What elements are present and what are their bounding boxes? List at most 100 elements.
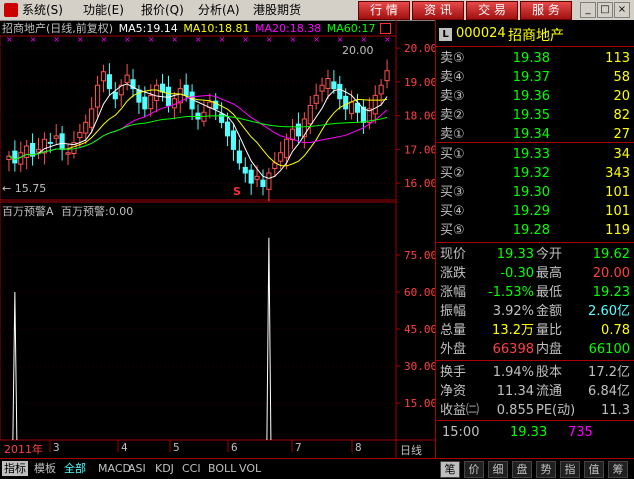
level-price: 19.32	[512, 166, 550, 181]
panel-tab[interactable]: 势	[536, 461, 556, 478]
panel-tab[interactable]: 筹	[608, 461, 628, 478]
indicator-tab[interactable]: 全部	[62, 461, 88, 476]
fund-key: 收益㈡	[440, 403, 480, 418]
stat-row: 总量 13.2万 量比 0.78	[440, 321, 632, 340]
candle-body	[278, 152, 284, 162]
indicator-tab[interactable]: BOLL	[206, 461, 238, 476]
indicator-pane-frame	[0, 201, 397, 441]
candle-body	[384, 70, 390, 82]
stock-code: 000024	[456, 26, 506, 41]
fundamental-row: 换手 1.94% 股本 17.2亿	[440, 363, 632, 382]
divider	[436, 360, 634, 361]
stock-name: 招商地产	[508, 28, 564, 44]
sell-signal-marker: S	[233, 185, 241, 198]
minimize-icon[interactable]: _	[580, 2, 596, 18]
ask-row[interactable]: 卖⑤ 19.38 113	[440, 49, 632, 68]
indicator-title-row: 百万预警A 百万预警:0.00	[2, 203, 133, 219]
indicator-tab[interactable]: 指标	[2, 461, 28, 476]
fund-value: 11.3	[601, 403, 630, 418]
close-icon[interactable]: ×	[614, 2, 630, 18]
toolbar-trade-button[interactable]: 交 易	[466, 1, 518, 20]
candle-body	[349, 101, 355, 115]
signal-marker: ×	[242, 35, 249, 44]
level-label: 买①	[440, 147, 465, 162]
indicator-tab[interactable]: KDJ	[153, 461, 176, 476]
kline-chart: × × × × × × × × × × × × × × × × × 20.00 19.00 18.00 17.00 16…	[0, 20, 435, 458]
candle-body	[307, 105, 313, 125]
ask-row[interactable]: 卖② 19.35 82	[440, 106, 632, 125]
year-label: 2011年	[4, 443, 43, 456]
fund-value: 17.2亿	[588, 365, 630, 380]
bid-row[interactable]: 买④ 19.29 101	[440, 202, 632, 221]
fundamental-row: 收益㈡ 0.855 PE(动) 11.3	[440, 401, 632, 420]
signal-marker: ×	[266, 35, 273, 44]
bid-row[interactable]: 买③ 19.30 101	[440, 183, 632, 202]
month-label: 4	[121, 441, 128, 454]
stat-value: -0.30	[500, 266, 534, 281]
candle-body	[112, 91, 118, 100]
stat-key: 现价	[440, 247, 467, 262]
price-tick-label: 20.00	[404, 42, 435, 55]
panel-tab[interactable]: 价	[464, 461, 484, 478]
candles-group	[6, 59, 390, 202]
panel-tab[interactable]: 盘	[512, 461, 532, 478]
level-label: 卖②	[440, 108, 465, 123]
price-tick-label: 18.00	[404, 110, 435, 123]
divider	[436, 242, 634, 243]
low-marker: ← 15.75	[2, 182, 47, 195]
stat-row: 现价 19.33 今开 19.62	[440, 245, 632, 264]
signal-marker: ×	[171, 35, 178, 44]
level-icon: L	[439, 28, 452, 41]
candle-body	[183, 84, 189, 96]
level-price: 19.36	[512, 89, 550, 104]
indicator-tab[interactable]: 模板	[32, 461, 58, 476]
stat-key: 金额	[536, 304, 563, 319]
level-qty: 34	[613, 147, 630, 162]
period-label[interactable]: 日线	[400, 442, 422, 458]
signal-marker: ×	[195, 35, 202, 44]
stat-value: 66100	[588, 342, 630, 357]
indicator-tab[interactable]: ASI	[126, 461, 148, 476]
expand-chart-icon[interactable]	[380, 23, 391, 34]
level-label: 卖④	[440, 70, 465, 85]
stat-value: 3.92%	[492, 304, 534, 319]
indicator-tab[interactable]: VOL	[237, 461, 263, 476]
panel-tab[interactable]: 值	[584, 461, 604, 478]
stat-value: 19.62	[592, 247, 630, 262]
toolbar-service-button[interactable]: 服 务	[520, 1, 572, 20]
divider	[436, 420, 634, 421]
panel-tab[interactable]: 细	[488, 461, 508, 478]
indicator-tab[interactable]: CCI	[180, 461, 203, 476]
bid-row[interactable]: 买⑤ 19.28 119	[440, 221, 632, 240]
ask-row[interactable]: 卖③ 19.36 20	[440, 87, 632, 106]
indicator-title[interactable]: 百万预警A	[2, 205, 54, 218]
candle-body	[95, 84, 101, 108]
indicator-tick-label: 45.00	[404, 323, 435, 336]
candle-body	[83, 121, 89, 134]
indicator-tick-label: 75.00	[404, 249, 435, 262]
signal-marker: ×	[148, 35, 155, 44]
bid-row[interactable]: 买② 19.32 343	[440, 164, 632, 183]
stat-key: 涨幅	[440, 285, 467, 300]
signal-marker: ×	[30, 35, 37, 44]
panel-tab[interactable]: 笔	[440, 461, 460, 478]
stat-key: 振幅	[440, 304, 467, 319]
month-label: 5	[173, 441, 180, 454]
stat-key: 外盘	[440, 342, 467, 357]
ask-row[interactable]: 卖④ 19.37 58	[440, 68, 632, 87]
candle-body	[230, 130, 237, 150]
signal-marker: ×	[6, 35, 13, 44]
candle-body	[236, 150, 242, 164]
stat-value: 66398	[492, 342, 534, 357]
bid-row[interactable]: 买① 19.33 34	[440, 145, 632, 164]
month-label: 8	[355, 441, 362, 454]
candle-body	[284, 138, 290, 159]
fundamental-row: 净资 11.34 流通 6.84亿	[440, 382, 632, 401]
candle-body	[165, 86, 172, 106]
chart-grid	[0, 20, 435, 458]
maximize-icon[interactable]: □	[597, 2, 613, 18]
panel-tab[interactable]: 指	[560, 461, 580, 478]
fund-key: 净资	[440, 384, 467, 399]
candle-body	[77, 132, 83, 139]
candle-body	[24, 145, 30, 158]
